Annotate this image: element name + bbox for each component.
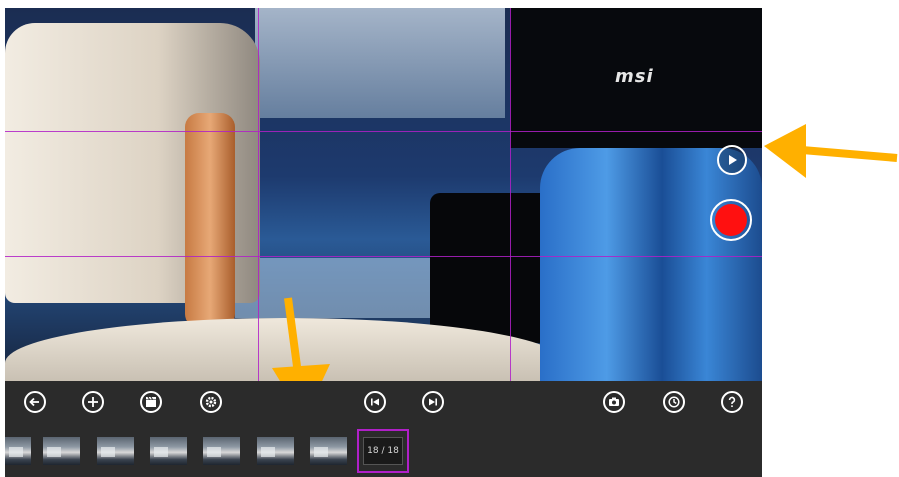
last-frame-button[interactable] xyxy=(422,391,444,413)
clapperboard-button[interactable] xyxy=(140,391,162,413)
add-button[interactable] xyxy=(82,391,104,413)
grid-line-horizontal-bottom xyxy=(5,256,762,257)
frame-thumbnail[interactable] xyxy=(203,437,240,465)
current-frame-slot[interactable]: 18 / 18 xyxy=(357,429,409,473)
gear-icon xyxy=(205,396,217,408)
scene-legs xyxy=(540,148,762,381)
frame-thumbnail[interactable] xyxy=(43,437,80,465)
skip-start-icon xyxy=(371,398,379,406)
clock-icon xyxy=(668,396,680,408)
frame-thumbnail[interactable] xyxy=(150,437,187,465)
brand-logo-text: msi xyxy=(615,66,654,87)
plus-icon xyxy=(88,397,98,407)
skip-end-icon xyxy=(429,398,437,406)
scene-floor-light xyxy=(235,258,445,318)
frame-thumbnail[interactable] xyxy=(5,437,31,465)
clapperboard-icon xyxy=(146,396,156,407)
grid-line-vertical-left xyxy=(258,8,259,381)
back-button[interactable] xyxy=(24,391,46,413)
frame-thumbnail[interactable] xyxy=(310,437,347,465)
grid-line-vertical-right xyxy=(510,8,511,381)
play-icon xyxy=(729,155,737,165)
scene-chair-arm xyxy=(185,113,235,328)
camera-viewport: msi xyxy=(5,8,762,381)
snapshot-button[interactable] xyxy=(603,391,625,413)
play-button[interactable] xyxy=(717,145,747,175)
frame-counter: 18 / 18 xyxy=(363,437,403,465)
help-icon xyxy=(728,396,736,408)
camera-icon xyxy=(609,397,619,406)
settings-button[interactable] xyxy=(200,391,222,413)
annotation-arrow-right xyxy=(764,124,898,178)
first-frame-button[interactable] xyxy=(364,391,386,413)
record-icon xyxy=(715,204,747,236)
scene-window-light xyxy=(255,8,505,118)
timer-button[interactable] xyxy=(663,391,685,413)
frame-thumbnail[interactable] xyxy=(257,437,294,465)
record-button[interactable] xyxy=(710,199,752,241)
grid-line-horizontal-top xyxy=(5,131,762,132)
frame-thumbnail[interactable] xyxy=(97,437,134,465)
help-button[interactable] xyxy=(721,391,743,413)
arrow-left-icon xyxy=(29,397,39,407)
